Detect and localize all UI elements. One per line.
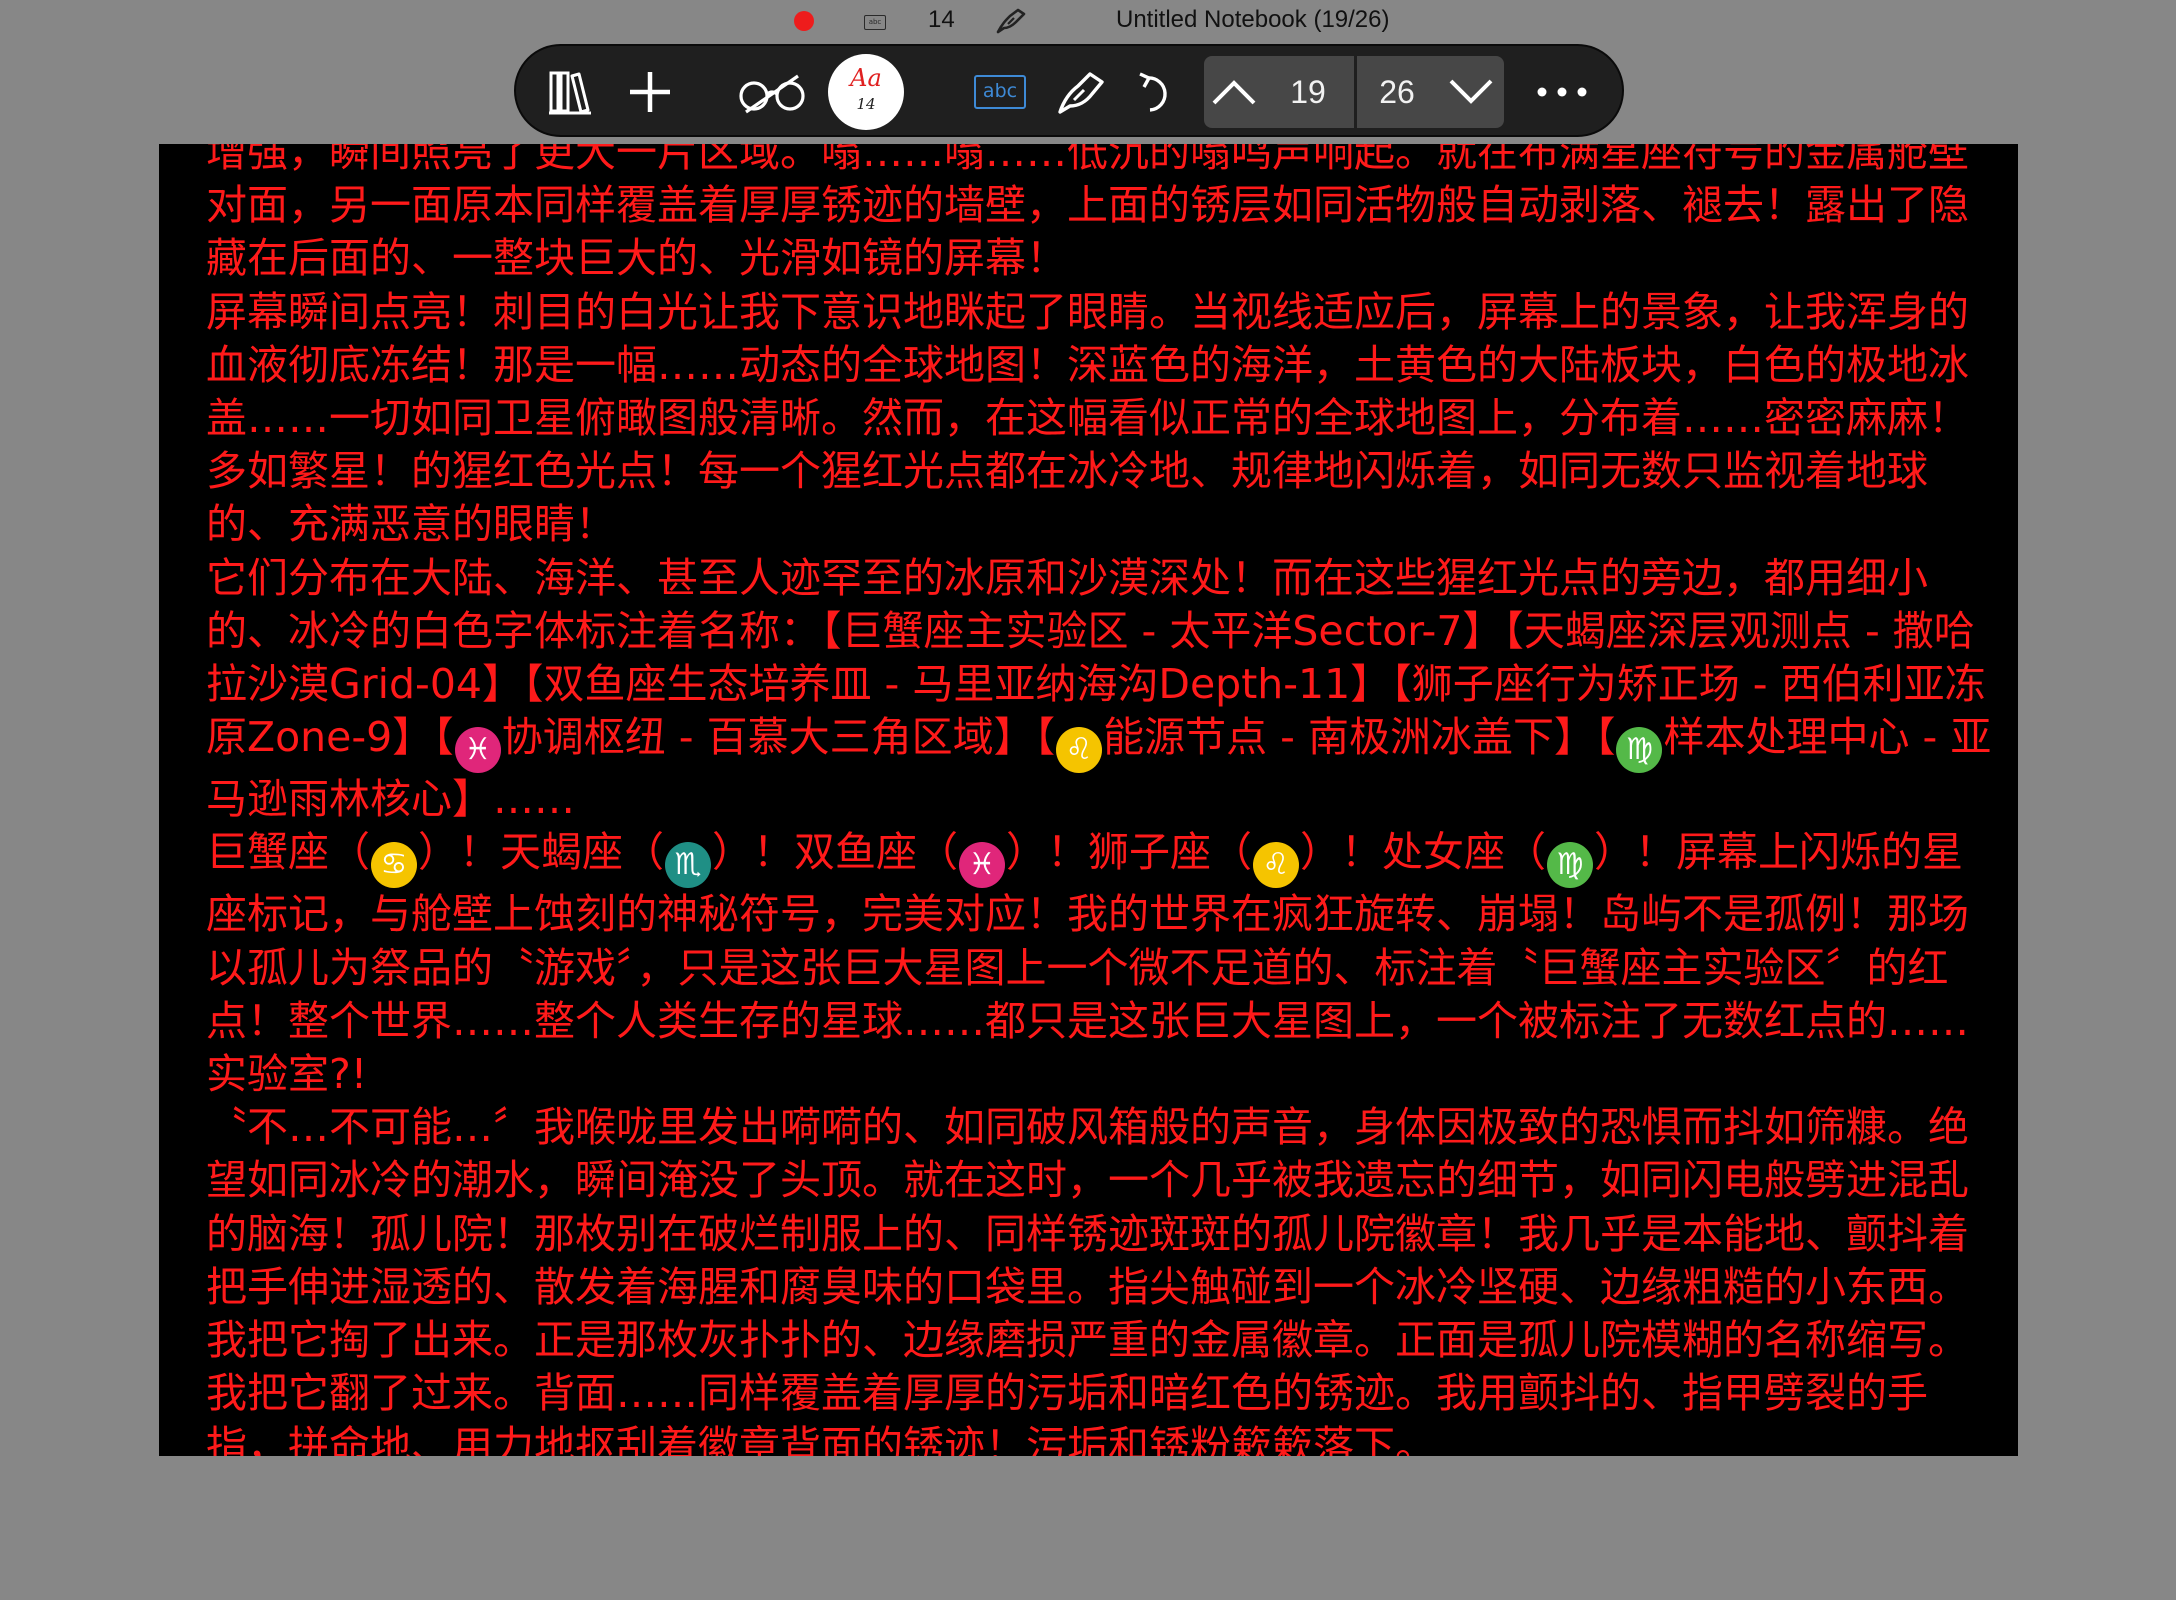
zodiac-badge-icon: ♋: [371, 842, 417, 889]
chevron-down-icon: [1449, 79, 1493, 104]
reader-button[interactable]: [736, 56, 808, 128]
previous-page-button[interactable]: [1204, 56, 1264, 128]
text-box-icon: abc: [974, 75, 1026, 109]
glasses-icon: [739, 74, 805, 114]
paragraph: 屏幕瞬间点亮！刺目的白光让我下意识地眯起了眼睛。当视线适应后，屏幕上的景象，让我…: [206, 286, 2002, 552]
zodiac-badge-icon: ♏: [665, 842, 711, 889]
font-style-button[interactable]: Aa 14: [828, 54, 904, 130]
text-run: 巨蟹座（: [206, 828, 370, 877]
total-page-count: 26: [1379, 74, 1415, 110]
zodiac-badge-icon: ♓: [959, 842, 1005, 889]
text-run: ）！处女座（: [1300, 828, 1546, 877]
status-strip: abc 14 Untitled Notebook (19/26): [0, 0, 2176, 44]
zodiac-badge-icon: ♍: [1547, 842, 1593, 889]
plus-icon: [630, 72, 670, 112]
library-button[interactable]: [534, 56, 606, 128]
paragraph: 它们分布在大陆、海洋、甚至人迹罕至的冰原和沙漠深处！而在这些猩红光点的旁边，都用…: [206, 552, 2002, 827]
font-size-label: 14: [856, 95, 876, 113]
next-page-button[interactable]: [1438, 56, 1504, 128]
more-horizontal-icon: [1537, 87, 1587, 97]
undo-icon: [1139, 72, 1167, 112]
mini-pen-icon: [996, 8, 1026, 34]
text-run: 〝不…不可能…〞我喉咙里发出嗬嗬的、如同破风箱般的声音，身体因极致的恐惧而抖如筛…: [206, 1103, 1969, 1456]
paragraph: 增强，瞬间照亮了更大一片区域。嗡……嗡……低沉的嗡鸣声响起。就在布满星座符号的金…: [206, 144, 2002, 286]
mini-text-icon: abc: [864, 15, 886, 30]
text-run: 屏幕瞬间点亮！刺目的白光让我下意识地眯起了眼睛。当视线适应后，屏幕上的景象，让我…: [206, 287, 1969, 549]
text-run: ）！双鱼座（: [712, 828, 958, 877]
text-run: 增强，瞬间照亮了更大一片区域。嗡……嗡……低沉的嗡鸣声响起。就在布满星座符号的金…: [206, 144, 1969, 283]
chevron-up-icon: [1212, 80, 1256, 105]
text-run: 能源节点 - 南极洲冰盖下】【: [1103, 713, 1616, 762]
page-navigator: 19 26: [1204, 56, 1504, 128]
record-indicator-icon[interactable]: [794, 11, 814, 31]
pen-button[interactable]: [1046, 56, 1118, 128]
paragraph: 巨蟹座（ ♋ ）！天蝎座（ ♏ ）！双鱼座（ ♓ ）！狮子座（ ♌ ）！处女座（ ♍ ）！屏幕上闪烁…: [206, 826, 2002, 1101]
add-button[interactable]: [614, 56, 686, 128]
page-text[interactable]: 增强，瞬间照亮了更大一片区域。嗡……嗡……低沉的嗡鸣声响起。就在布满星座符号的金…: [206, 144, 2002, 1456]
zodiac-badge-icon: ♌: [1253, 842, 1299, 889]
zodiac-badge-icon: ♓: [454, 727, 501, 774]
text-run: 协调枢纽 - 百慕大三角区域】【: [501, 713, 1056, 762]
text-run: ）！狮子座（: [1006, 828, 1252, 877]
undo-button[interactable]: [1122, 56, 1194, 128]
paragraph: 〝不…不可能…〞我喉咙里发出嗬嗬的、如同破风箱般的声音，身体因极致的恐惧而抖如筛…: [206, 1101, 2002, 1456]
pen-icon: [1058, 72, 1104, 114]
font-style-icon: Aa: [850, 64, 882, 92]
toolbar: Aa 14 abc 19 26: [514, 44, 1624, 137]
text-box-button[interactable]: abc: [964, 56, 1036, 128]
mini-font-size: 14: [928, 6, 955, 33]
zodiac-badge-icon: ♍: [1616, 727, 1663, 774]
current-page-number[interactable]: 19: [1264, 56, 1352, 128]
text-run: ）！天蝎座（: [418, 828, 664, 877]
more-options-button[interactable]: [1526, 56, 1598, 128]
window-title: Untitled Notebook (19/26): [1116, 6, 1390, 33]
zodiac-badge-icon: ♌: [1056, 727, 1103, 774]
notebook-page[interactable]: 增强，瞬间照亮了更大一片区域。嗡……嗡……低沉的嗡鸣声响起。就在布满星座符号的金…: [159, 144, 2018, 1456]
books-icon: [549, 71, 591, 115]
